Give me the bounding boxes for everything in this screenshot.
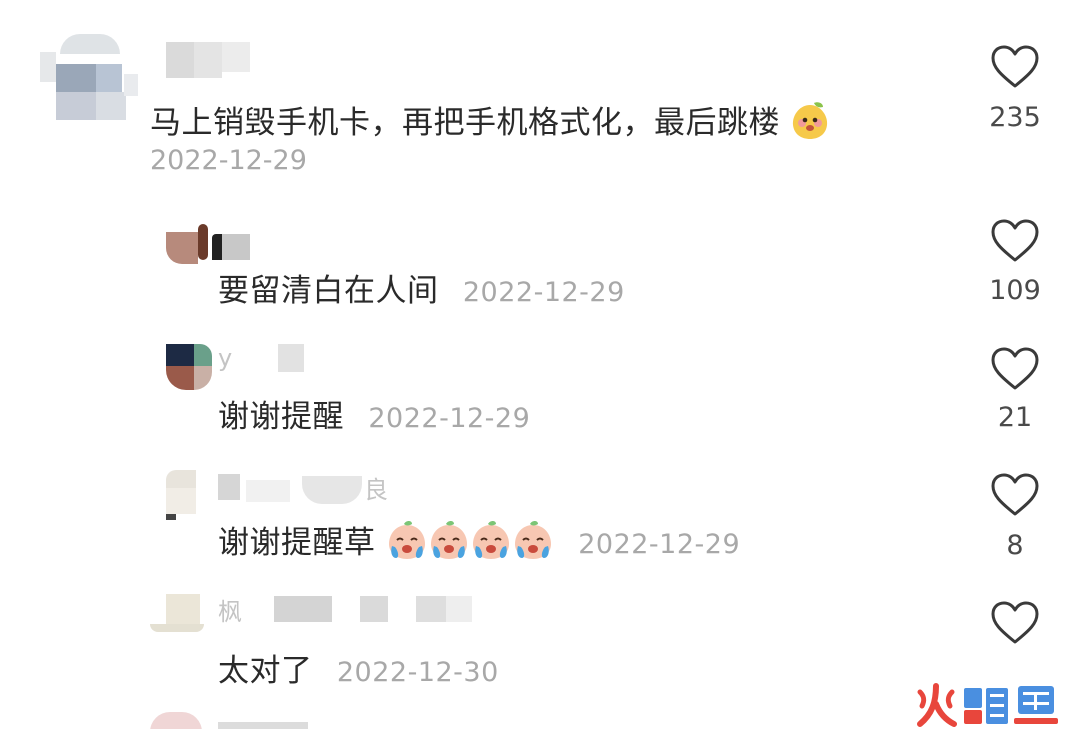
username-blurred[interactable]: [278, 344, 304, 372]
heart-outline-icon[interactable]: [990, 600, 1040, 646]
crying-peach-emoji-icon: [386, 520, 428, 570]
watermark-logo: [914, 682, 1062, 732]
heart-outline-icon[interactable]: [990, 472, 1040, 518]
crying-peach-emoji-icon: [512, 520, 554, 570]
avatar[interactable]: [150, 590, 206, 636]
username[interactable]: 良: [364, 470, 388, 505]
comment-date: 2022-12-29: [368, 403, 531, 434]
heart-outline-icon[interactable]: [990, 346, 1040, 392]
like-button[interactable]: [990, 44, 1040, 94]
heart-outline-icon[interactable]: [990, 218, 1040, 264]
comment-text: 要留清白在人间 2022-12-29: [218, 265, 625, 310]
comment-text-content: 太对了: [218, 653, 313, 689]
comment-text: 谢谢提醒草 2022-12-29: [218, 517, 740, 570]
like-count: 21: [997, 402, 1033, 433]
comment-date: 2022-12-30: [336, 657, 499, 688]
comment-text: 谢谢提醒 2022-12-29: [218, 391, 530, 436]
username-blurred[interactable]: [166, 42, 250, 78]
yu-glyph: [1014, 686, 1058, 724]
avatar[interactable]: [166, 220, 208, 264]
like-button[interactable]: [990, 218, 1040, 268]
next-comment-avatar-partial[interactable]: [150, 712, 202, 729]
comment-text-content: 马上销毁手机卡，再把手机格式化，最后跳楼: [150, 105, 780, 141]
username-blurred[interactable]: [212, 234, 250, 260]
username[interactable]: 枫: [218, 592, 242, 627]
avatar[interactable]: [40, 34, 140, 124]
comment-text-content: 谢谢提醒草: [218, 525, 376, 561]
comment-text-content: 要留清白在人间: [218, 273, 439, 309]
like-button[interactable]: [990, 472, 1040, 522]
li-glyph: [964, 688, 1008, 724]
username-blurred[interactable]: [248, 596, 474, 624]
comment-date: 2022-12-29: [150, 145, 307, 176]
comment-text-content: 谢谢提醒: [218, 399, 344, 435]
comment-date: 2022-12-29: [462, 277, 625, 308]
comment-date: 2022-12-29: [578, 529, 741, 560]
like-count: 109: [989, 275, 1041, 306]
username[interactable]: y: [218, 344, 232, 372]
flame-icon: [917, 683, 957, 727]
comment-text: 马上销毁手机卡，再把手机格式化，最后跳楼: [150, 97, 830, 149]
like-button[interactable]: [990, 600, 1040, 650]
crying-peach-emoji-icon: [470, 520, 512, 570]
avatar[interactable]: [166, 470, 206, 520]
comment-text: 太对了 2022-12-30: [218, 645, 499, 690]
avatar[interactable]: [166, 344, 212, 390]
like-count: 8: [1006, 530, 1024, 561]
crying-peach-emoji-icon: [428, 520, 470, 570]
like-count: 235: [989, 102, 1041, 133]
like-button[interactable]: [990, 346, 1040, 396]
crying-peach-emoji-row: [386, 520, 564, 561]
heart-outline-icon[interactable]: [990, 44, 1040, 90]
next-comment-name-partial: [218, 722, 308, 729]
username-blurred[interactable]: [218, 470, 388, 506]
mango-face-emoji-icon: [790, 101, 830, 149]
